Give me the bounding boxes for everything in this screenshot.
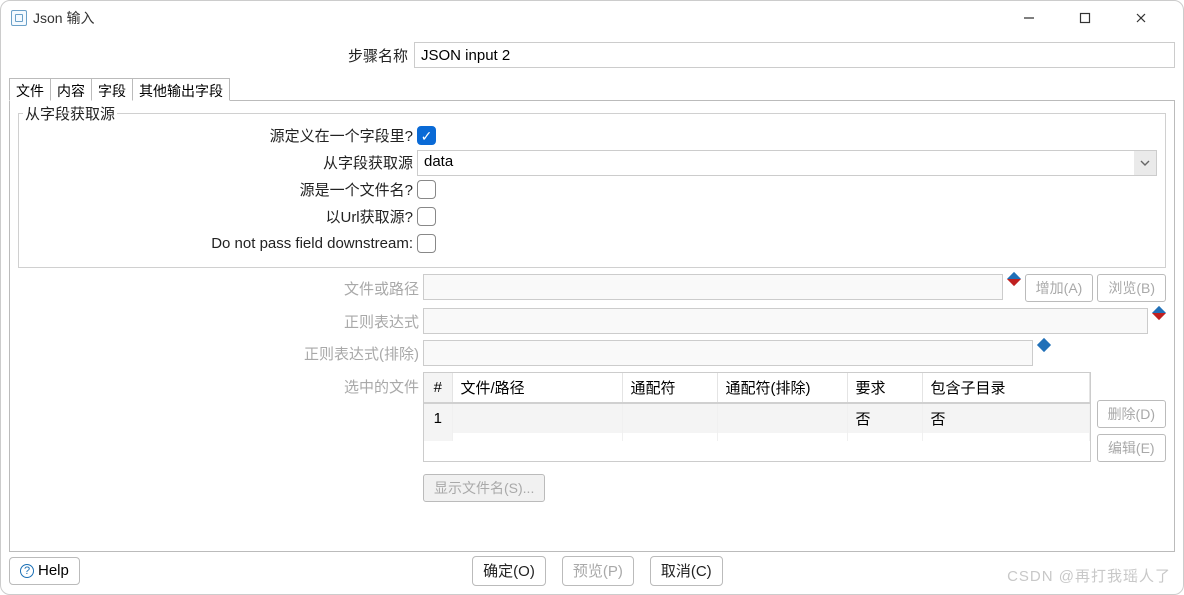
window-title: Json 输入 (33, 8, 94, 28)
help-label: Help (38, 562, 69, 579)
col-path[interactable]: 文件/路径 (452, 373, 622, 403)
step-name-row: 步骤名称 (9, 39, 1175, 71)
cell-path[interactable] (452, 403, 622, 433)
cell-req[interactable]: 否 (847, 403, 922, 433)
tabstrip: 文件 内容 字段 其他输出字段 (9, 77, 1175, 101)
dialog-footer: ? Help 确定(O) 预览(P) 取消(C) (1, 552, 1183, 594)
col-subdirs[interactable]: 包含子目录 (922, 373, 1089, 403)
checkbox-is-filename[interactable] (417, 180, 436, 199)
col-required[interactable]: 要求 (847, 373, 922, 403)
checkbox-source-in-field[interactable] (417, 126, 436, 145)
cell-wc[interactable] (622, 403, 717, 433)
label-no-pass: Do not pass field downstream: (27, 235, 417, 252)
app-icon (11, 10, 27, 26)
label-regex-exclude: 正则表达式(排除) (18, 343, 423, 364)
tab-panel-file: 从字段获取源 源定义在一个字段里? 从字段获取源 data 源是一个 (9, 101, 1175, 552)
col-wildcard-exclude[interactable]: 通配符(排除) (717, 373, 847, 403)
combo-from-field[interactable]: data (417, 150, 1157, 176)
input-regex (423, 308, 1148, 334)
minimize-button[interactable] (1015, 4, 1043, 32)
fieldset-source-from-field: 从字段获取源 源定义在一个字段里? 从字段获取源 data 源是一个 (18, 113, 1166, 268)
checkbox-no-pass[interactable] (417, 234, 436, 253)
variable-icon[interactable] (1007, 272, 1021, 286)
col-num: # (424, 373, 452, 403)
variable-icon[interactable] (1037, 338, 1051, 352)
close-button[interactable] (1127, 4, 1155, 32)
show-filenames-button: 显示文件名(S)... (423, 474, 545, 502)
checkbox-from-url[interactable] (417, 207, 436, 226)
add-button: 增加(A) (1025, 274, 1094, 302)
fieldset-legend: 从字段获取源 (23, 103, 117, 124)
combo-from-field-text: data (418, 151, 1134, 175)
preview-button: 预览(P) (562, 556, 634, 586)
cell-num: 1 (424, 403, 452, 433)
ok-button[interactable]: 确定(O) (472, 556, 546, 586)
tab-other-output[interactable]: 其他输出字段 (132, 78, 230, 101)
table-row[interactable]: 1 否 否 (424, 403, 1089, 433)
input-regex-exclude (423, 340, 1033, 366)
tab-file[interactable]: 文件 (9, 78, 51, 101)
chevron-down-icon[interactable] (1134, 151, 1156, 175)
variable-icon[interactable] (1152, 306, 1166, 320)
step-name-input[interactable] (414, 42, 1175, 68)
window-root: Json 输入 步骤名称 文件 内容 字段 其他输出字段 从字段获取源 源定义在… (0, 0, 1184, 595)
help-icon: ? (20, 564, 34, 578)
label-from-url: 以Url获取源? (27, 206, 417, 227)
help-button[interactable]: ? Help (9, 557, 80, 585)
label-regex: 正则表达式 (18, 311, 423, 332)
table-row[interactable] (424, 433, 1089, 441)
step-name-label: 步骤名称 (9, 45, 414, 66)
label-selected-files: 选中的文件 (18, 372, 423, 397)
maximize-button[interactable] (1071, 4, 1099, 32)
col-wildcard[interactable]: 通配符 (622, 373, 717, 403)
browse-button: 浏览(B) (1097, 274, 1166, 302)
input-file-or-path (423, 274, 1003, 300)
cell-subdir[interactable]: 否 (922, 403, 1089, 433)
window-controls (1015, 4, 1177, 32)
delete-button: 删除(D) (1097, 400, 1166, 428)
label-is-filename: 源是一个文件名? (27, 179, 417, 200)
edit-button: 编辑(E) (1097, 434, 1166, 462)
tab-content[interactable]: 内容 (50, 78, 92, 101)
cell-wcex[interactable] (717, 403, 847, 433)
label-source-in-field: 源定义在一个字段里? (27, 125, 417, 146)
titlebar: Json 输入 (1, 1, 1183, 35)
files-grid[interactable]: # 文件/路径 通配符 通配符(排除) 要求 包含子目录 (423, 372, 1091, 462)
tab-fields[interactable]: 字段 (91, 78, 133, 101)
label-file-or-path: 文件或路径 (18, 278, 423, 299)
label-from-field: 从字段获取源 (27, 152, 417, 173)
cancel-button[interactable]: 取消(C) (650, 556, 723, 586)
